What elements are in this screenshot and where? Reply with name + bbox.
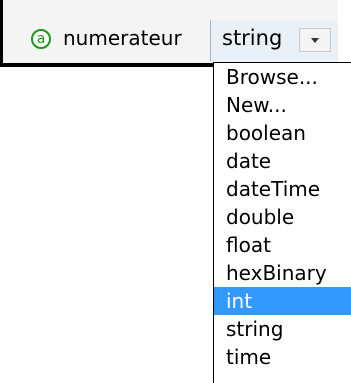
dropdown-item-float[interactable]: float <box>214 231 351 259</box>
type-combobox-value[interactable]: string <box>222 25 282 51</box>
dropdown-item-datetime[interactable]: dateTime <box>214 175 351 203</box>
dropdown-item-double[interactable]: double <box>214 203 351 231</box>
dropdown-item-time[interactable]: time <box>214 343 351 371</box>
dropdown-item-browse[interactable]: Browse... <box>214 63 351 91</box>
dropdown-item-date[interactable]: date <box>214 147 351 175</box>
attribute-icon: a <box>31 29 51 49</box>
dropdown-item-new[interactable]: New... <box>214 91 351 119</box>
dropdown-item-boolean[interactable]: boolean <box>214 119 351 147</box>
type-dropdown-list[interactable]: Browse... New... boolean date dateTime d… <box>213 62 351 383</box>
type-combobox[interactable]: string <box>210 20 338 61</box>
chevron-down-icon <box>311 38 319 43</box>
dropdown-arrow-button[interactable] <box>299 28 331 52</box>
frame-bottom-border <box>0 63 213 67</box>
dropdown-item-hexbinary[interactable]: hexBinary <box>214 259 351 287</box>
dropdown-item-int[interactable]: int <box>214 287 351 315</box>
attribute-name[interactable]: numerateur <box>63 26 182 50</box>
dropdown-item-string[interactable]: string <box>214 315 351 343</box>
